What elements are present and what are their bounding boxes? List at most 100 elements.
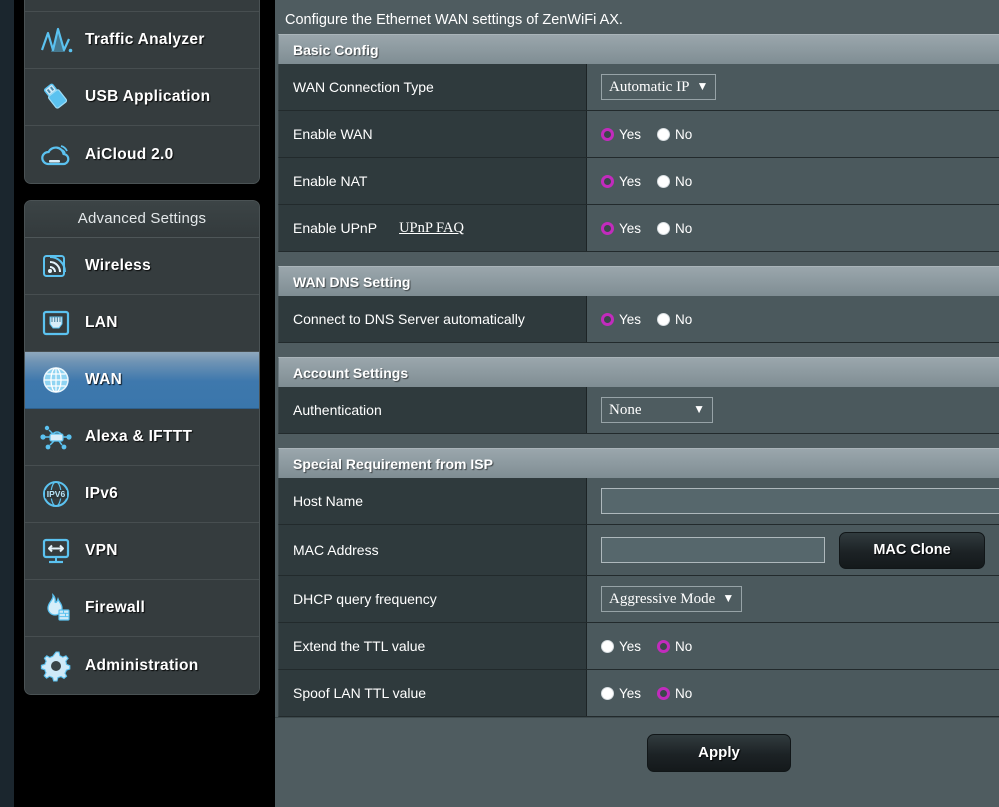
ethernet-port-icon xyxy=(39,306,73,340)
enable-wan-radio-no[interactable]: No xyxy=(657,127,692,142)
sidebar-item-label: Alexa & IFTTT xyxy=(85,428,193,445)
row-label: Host Name xyxy=(279,478,587,524)
sidebar-item-usb-application[interactable]: USB Application xyxy=(25,69,259,126)
spoof-lan-ttl-radio-group: Yes No xyxy=(601,686,704,701)
sidebar-item-label: Wireless xyxy=(85,257,152,274)
extend-ttl-radio-yes[interactable]: Yes xyxy=(601,639,641,654)
panel-special-requirement-isp: Special Requirement from ISP Host Name M… xyxy=(278,448,999,717)
panel-title: Special Requirement from ISP xyxy=(278,448,999,478)
radio-label: Yes xyxy=(619,126,642,142)
sidebar-item-vpn[interactable]: VPN xyxy=(25,523,259,580)
row-label: Spoof LAN TTL value xyxy=(279,670,587,716)
mac-address-input[interactable] xyxy=(601,537,825,563)
sidebar-item-ipv6[interactable]: IPV6 IPv6 xyxy=(25,466,259,523)
sidebar-item-wireless[interactable]: Wireless xyxy=(25,238,259,295)
radio-label: Yes xyxy=(619,638,642,654)
radio-label: No xyxy=(675,311,693,327)
select-value: Aggressive Mode xyxy=(609,591,716,607)
page-description: Configure the Ethernet WAN settings of Z… xyxy=(285,12,623,28)
radio-label: Yes xyxy=(619,311,642,327)
row-connect-dns-auto: Connect to DNS Server automatically Yes … xyxy=(278,296,999,343)
chevron-down-icon: ▼ xyxy=(693,401,705,416)
select-value: None xyxy=(609,402,642,418)
sidebar-item-label: IPv6 xyxy=(85,485,119,502)
enable-upnp-radio-no[interactable]: No xyxy=(657,221,692,236)
connect-dns-auto-radio-no[interactable]: No xyxy=(657,312,692,327)
radio-indicator-unselected xyxy=(657,127,671,141)
row-label: WAN Connection Type xyxy=(279,64,587,110)
gear-icon xyxy=(39,649,73,683)
traffic-graph-icon xyxy=(39,23,73,57)
wan-connection-type-select[interactable]: Automatic IP ▼ xyxy=(601,74,717,100)
radio-label: Yes xyxy=(619,173,642,189)
row-value: Yes No xyxy=(587,111,999,157)
radio-label: No xyxy=(675,685,693,701)
row-label-text: Enable UPnP xyxy=(293,220,378,236)
sidebar-item-aicloud[interactable]: AiCloud 2.0 xyxy=(25,126,259,183)
radio-label: No xyxy=(675,638,693,654)
enable-wan-radio-yes[interactable]: Yes xyxy=(601,127,641,142)
section-spacer xyxy=(275,252,999,266)
panel-title: Basic Config xyxy=(278,34,999,64)
sidebar-item-traffic-analyzer[interactable]: Traffic Analyzer xyxy=(25,12,259,69)
host-name-input[interactable] xyxy=(601,488,999,514)
dhcp-query-frequency-select[interactable]: Aggressive Mode ▼ xyxy=(601,586,743,612)
chevron-down-icon: ▼ xyxy=(696,78,709,93)
row-value xyxy=(587,478,999,524)
radio-label: No xyxy=(675,173,693,189)
row-enable-wan: Enable WAN Yes No xyxy=(278,111,999,158)
radio-indicator-selected xyxy=(601,174,614,188)
apply-button[interactable]: Apply xyxy=(647,733,791,772)
radio-label: Yes xyxy=(619,685,642,701)
sidebar-item-alexa-ifttt[interactable]: Alexa & IFTTT xyxy=(25,409,259,466)
sidebar-item-adaptive-qos[interactable]: Adaptive QoS xyxy=(25,0,259,12)
row-label: Connect to DNS Server automatically xyxy=(279,296,587,342)
row-host-name: Host Name xyxy=(278,478,999,525)
ipv6-globe-icon: IPV6 xyxy=(39,477,73,511)
sidebar-item-lan[interactable]: LAN xyxy=(25,295,259,352)
row-label: Enable NAT xyxy=(279,158,587,204)
row-dhcp-query-frequency: DHCP query frequency Aggressive Mode ▼ xyxy=(278,576,999,623)
radio-label: No xyxy=(675,126,693,142)
radio-indicator-selected xyxy=(657,686,671,700)
sidebar-item-label: WAN xyxy=(85,371,123,388)
sidebar-item-label: Firewall xyxy=(85,599,146,616)
spoof-lan-ttl-radio-yes[interactable]: Yes xyxy=(601,686,641,701)
row-label: Enable WAN xyxy=(279,111,587,157)
sidebar-item-label: VPN xyxy=(85,542,118,559)
radio-indicator-unselected xyxy=(601,686,614,700)
enable-upnp-radio-yes[interactable]: Yes xyxy=(601,221,641,236)
sidebar-item-label: Traffic Analyzer xyxy=(85,31,205,48)
sidebar: Guest Network AiProtection xyxy=(24,0,260,711)
vpn-monitor-icon xyxy=(39,534,73,568)
upnp-faq-link[interactable]: UPnP FAQ xyxy=(399,220,464,237)
row-value: Yes No xyxy=(587,623,999,669)
spoof-lan-ttl-radio-no[interactable]: No xyxy=(657,686,692,701)
row-value: Aggressive Mode ▼ xyxy=(587,576,999,622)
flame-icon xyxy=(39,591,73,625)
globe-icon xyxy=(39,363,73,397)
radio-indicator-unselected xyxy=(657,174,671,188)
row-value: Yes No xyxy=(587,205,999,251)
row-spoof-lan-ttl: Spoof LAN TTL value Yes No xyxy=(278,670,999,717)
select-value: Automatic IP xyxy=(609,79,690,95)
row-label: Enable UPnP UPnP FAQ xyxy=(279,205,587,251)
row-value: None ▼ xyxy=(587,387,999,433)
sidebar-item-administration[interactable]: Administration xyxy=(25,637,259,694)
sidebar-item-firewall[interactable]: Firewall xyxy=(25,580,259,637)
authentication-select[interactable]: None ▼ xyxy=(601,397,713,423)
sidebar-item-wan[interactable]: WAN xyxy=(25,352,259,409)
enable-nat-radio-yes[interactable]: Yes xyxy=(601,174,641,189)
enable-nat-radio-no[interactable]: No xyxy=(657,174,692,189)
connect-dns-auto-radio-yes[interactable]: Yes xyxy=(601,312,641,327)
mac-clone-button[interactable]: MAC Clone xyxy=(839,531,985,569)
extend-ttl-radio-no[interactable]: No xyxy=(657,639,692,654)
radio-label: No xyxy=(675,220,693,236)
extend-ttl-radio-group: Yes No xyxy=(601,639,704,654)
row-label: Extend the TTL value xyxy=(279,623,587,669)
enable-upnp-radio-group: Yes No xyxy=(601,221,704,236)
sidebar-item-label: Administration xyxy=(85,656,199,674)
panel-wan-dns-setting: WAN DNS Setting Connect to DNS Server au… xyxy=(278,266,999,343)
panel-title: Account Settings xyxy=(278,357,999,387)
usb-icon xyxy=(39,80,73,114)
